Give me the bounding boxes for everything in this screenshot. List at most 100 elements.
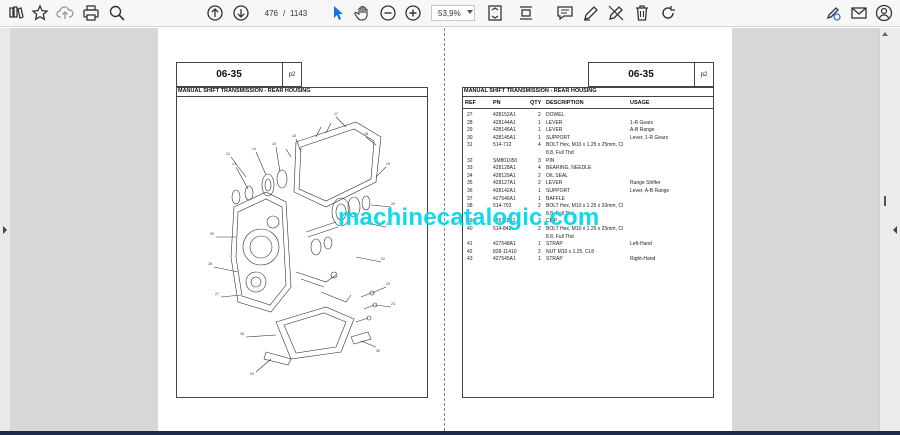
scroll-up-icon[interactable] [882, 32, 888, 36]
row-description: LEVER [546, 180, 563, 187]
left-page-title: MANUAL SHIFT TRANSMISSION - REAR HOUSING [178, 88, 311, 94]
row-qty: 4 [538, 142, 541, 149]
row-ref: 30 [467, 134, 473, 141]
right-title-rule [462, 96, 714, 97]
left-section-code: 06-35 [216, 69, 242, 80]
expand-right-icon[interactable] [893, 226, 897, 234]
svg-text:29: 29 [250, 372, 254, 376]
column-header-description: DESCRIPTION [546, 100, 584, 106]
zoom-in-icon[interactable] [404, 4, 422, 22]
row-qty: 2 [538, 180, 541, 187]
svg-text:24: 24 [391, 302, 395, 306]
row-qty: 1 [538, 241, 541, 248]
search-icon[interactable] [108, 4, 126, 22]
svg-text:25: 25 [210, 232, 214, 236]
row-qty: 2 [538, 112, 541, 118]
row-part-number: 427548A1 [493, 241, 516, 248]
row-qty: 1 [538, 256, 541, 263]
row-part-number: 428152A1 [493, 112, 516, 118]
row-qty: 1 [538, 127, 541, 134]
row-part-number: 514-712 [493, 142, 512, 149]
row-part-number: 428128A1 [493, 165, 516, 172]
delete-icon[interactable] [633, 4, 651, 22]
row-description-continued: 8.8, Full Thd [546, 233, 574, 240]
column-header-usage: USAGE [630, 100, 650, 106]
row-qty: 1 [538, 119, 541, 126]
fit-page-icon[interactable] [486, 4, 504, 22]
row-qty: 1 [538, 188, 541, 194]
upload-cloud-icon[interactable] [56, 4, 74, 22]
scroll-mode-icon[interactable] [517, 4, 535, 22]
row-usage: Range Shifter [630, 180, 661, 187]
row-ref: 35 [467, 180, 473, 187]
right-section-code: 06-35 [628, 69, 654, 80]
svg-text:18: 18 [364, 132, 368, 136]
row-ref: 37 [467, 195, 473, 202]
column-header-qty: QTY [530, 100, 542, 106]
svg-text:13: 13 [232, 162, 236, 166]
svg-text:30: 30 [376, 349, 380, 353]
bookmark-icon[interactable] [7, 4, 25, 22]
hand-tool-icon[interactable] [354, 4, 372, 22]
svg-text:17: 17 [334, 112, 338, 116]
row-qty: 1 [538, 134, 541, 141]
row-ref: 34 [467, 172, 473, 179]
edit-link-icon[interactable] [824, 4, 842, 22]
row-part-number: 427546A1 [493, 195, 516, 202]
page-up-icon[interactable] [206, 4, 224, 22]
zoom-level-value: 53,9% [438, 8, 461, 18]
row-usage: Right-Hand [630, 256, 656, 263]
exploded-parts-drawing: 121314 151617 181920 212223 242526 27282… [208, 112, 395, 376]
draw-pen-icon[interactable] [582, 4, 600, 22]
svg-text:22: 22 [381, 257, 385, 261]
row-ref: 33 [467, 165, 473, 172]
row-description: SUPPORT [546, 134, 571, 141]
row-description: SUPPORT [546, 188, 571, 194]
star-icon[interactable] [31, 4, 49, 22]
account-icon[interactable] [875, 4, 893, 22]
row-part-number: 428144A1 [493, 119, 516, 126]
page-total: 1143 [290, 8, 308, 18]
row-ref: 32 [467, 157, 473, 164]
row-description: BOLT Hex, M10 x 1.25 x 25mm, Cl [546, 142, 624, 149]
row-description: BAFFLE [546, 195, 565, 202]
taskbar-strip [0, 431, 900, 435]
row-description: STRAP [546, 241, 563, 248]
header-rule [462, 108, 714, 109]
row-description: DOWEL [546, 112, 565, 118]
row-ref: 43 [467, 256, 473, 263]
erase-pen-icon[interactable] [607, 4, 625, 22]
row-part-number: 428129A1 [493, 172, 516, 179]
row-usage: A-B Range [630, 127, 655, 134]
row-description: LEVER [546, 119, 563, 126]
row-description: OIL SEAL [546, 172, 569, 179]
row-part-number: 428145A1 [493, 134, 516, 141]
rotate-icon[interactable] [659, 4, 677, 22]
svg-text:12: 12 [226, 152, 230, 156]
row-description: NUT M10 x 1.25, Cl.8 [546, 248, 594, 255]
row-qty: 2 [538, 172, 541, 179]
print-icon[interactable] [82, 4, 100, 22]
scrollbar-thumb[interactable] [884, 196, 886, 206]
svg-text:28: 28 [240, 332, 244, 336]
comment-icon[interactable] [556, 4, 574, 22]
row-usage: 1-R Gears [630, 119, 654, 126]
row-qty: 1 [538, 195, 541, 202]
column-header-pn: PN [493, 100, 501, 106]
page-separator: / [283, 8, 286, 18]
expand-left-icon[interactable] [3, 226, 7, 234]
svg-text:14: 14 [252, 147, 256, 151]
zoom-out-icon[interactable] [379, 4, 397, 22]
svg-text:19: 19 [386, 162, 390, 166]
mail-icon[interactable] [850, 4, 868, 22]
page-number-input[interactable]: 476 [258, 5, 280, 21]
svg-text:27: 27 [215, 292, 219, 296]
page-down-icon[interactable] [232, 4, 250, 22]
chevron-down-icon[interactable] [467, 10, 473, 14]
row-part-number: 427545A1 [493, 256, 516, 263]
row-part-number: SM801050 [493, 157, 518, 164]
select-cursor-icon[interactable] [329, 4, 347, 22]
row-description: LEVER [546, 127, 563, 134]
viewer-toolbar: 476 / 1143 53,9% [0, 0, 900, 27]
svg-text:16: 16 [292, 134, 296, 138]
